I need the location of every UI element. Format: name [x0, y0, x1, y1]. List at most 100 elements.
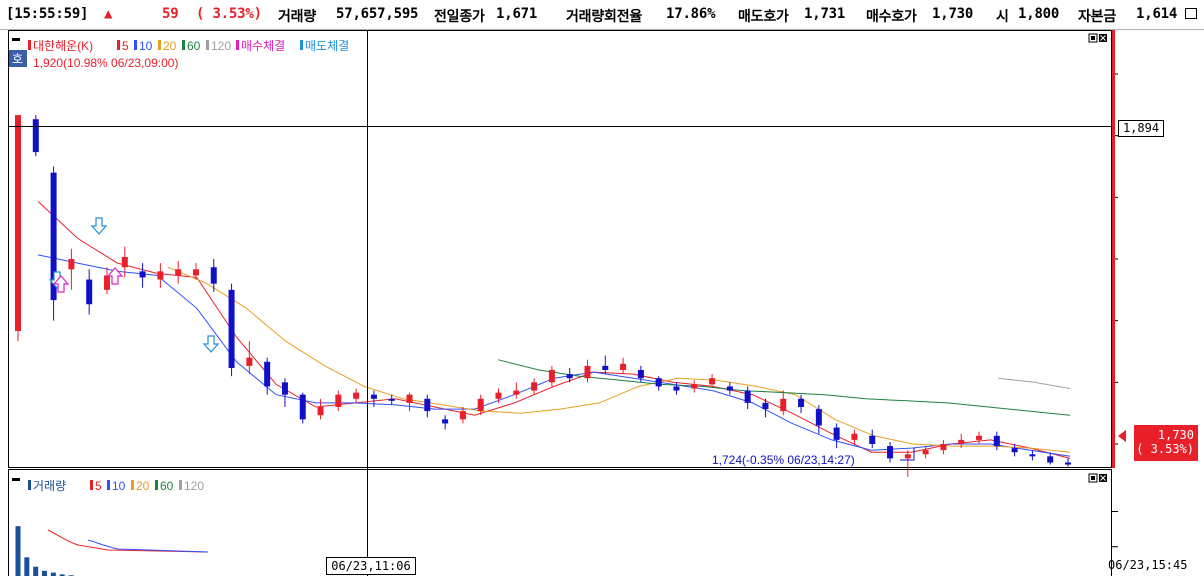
- volume-bar: [42, 570, 48, 576]
- current-price-tag: 1,730 ( 3.53%): [1134, 425, 1198, 461]
- change-up-icon: ▲: [104, 6, 113, 22]
- current-price-value: 1,730: [1157, 428, 1194, 442]
- header-ask-label: 매도호가: [738, 9, 789, 25]
- candle-body: [210, 267, 217, 284]
- candle-body: [335, 394, 342, 407]
- candle-body: [922, 450, 929, 455]
- legend-ma120: 120: [211, 39, 231, 53]
- candle-body: [388, 398, 395, 401]
- candle-body: [584, 365, 591, 379]
- candle-body: [1065, 462, 1071, 465]
- volume-bar: [50, 572, 56, 576]
- header-time: [15:55:59]: [6, 6, 89, 22]
- ho-badge-label: 호: [12, 52, 23, 66]
- candle-body: [815, 409, 822, 426]
- candle-body: [958, 439, 965, 444]
- volume-pane-minimize-dot: [1091, 476, 1095, 480]
- volume-pane[interactable]: [8, 469, 1112, 576]
- volume-bar: [15, 526, 21, 576]
- candle-body: [513, 390, 520, 395]
- header-turnover-value: 17.86%: [666, 6, 716, 22]
- legend-buy-swatch: [236, 40, 239, 50]
- header-ask-value: 1,731: [804, 6, 846, 22]
- pane-minimize-dot: [1091, 36, 1095, 40]
- candle-body: [370, 394, 377, 399]
- candle-body: [406, 394, 413, 403]
- legend-vol-ma60: 60: [160, 479, 174, 493]
- legend-volume-swatch: [28, 480, 31, 490]
- legend-ma20: 20: [163, 39, 177, 53]
- header-capital-label: 자본금: [1078, 9, 1117, 25]
- candle-body: [175, 269, 182, 276]
- candle-body: [442, 419, 449, 424]
- legend-vol-ma10-swatch: [107, 480, 110, 490]
- volume-menu-icon[interactable]: [12, 478, 20, 481]
- header-volume-label: 거래량: [278, 9, 317, 25]
- volume-bar: [33, 566, 39, 576]
- candle-body: [798, 398, 805, 407]
- candle-body: [673, 386, 680, 391]
- candle-body: [993, 435, 1000, 447]
- legend-vol-ma20-swatch: [131, 480, 134, 490]
- legend-ma5: 5: [122, 39, 129, 53]
- legend-vol-ma5: 5: [95, 479, 102, 493]
- price-volume-chart-svg[interactable]: 대한해운(K) 5 10 20 60 120 매수체결 매도체결 호 1,920…: [8, 30, 1118, 576]
- candle-body: [264, 361, 271, 387]
- legend-vol-ma120: 120: [184, 479, 204, 493]
- legend-volume-title: 거래량: [33, 479, 66, 493]
- legend-sell: 매도체결: [305, 39, 349, 53]
- candle-body: [477, 398, 484, 412]
- legend-ma120-swatch: [206, 40, 209, 50]
- header-change-percent: ( 3.53%): [196, 6, 262, 22]
- candle-body: [780, 398, 787, 412]
- candle-body: [940, 444, 947, 451]
- header-change-value: 59: [162, 6, 179, 22]
- candle-body: [1011, 448, 1018, 453]
- candle-body: [459, 411, 466, 420]
- candle-body: [246, 357, 253, 366]
- candle-body: [15, 115, 21, 331]
- crosshair-time-tag: 06/23,11:06: [326, 557, 416, 575]
- legend-ma20-swatch: [158, 40, 161, 50]
- candle-body: [744, 390, 751, 403]
- candle-body: [531, 382, 538, 391]
- legend-ma60-swatch: [182, 40, 185, 50]
- candle-body: [762, 402, 769, 410]
- candle-body: [317, 407, 324, 416]
- legend-vol-ma20: 20: [136, 479, 150, 493]
- candle-body: [192, 269, 199, 276]
- header-open-label: 시: [996, 9, 1009, 25]
- crosshair-price-tag: 1,894: [1118, 120, 1164, 137]
- header-turnover-label: 거래량회전율: [566, 9, 643, 25]
- candle-body: [424, 398, 431, 412]
- legend-ma5-swatch: [117, 40, 120, 50]
- candle-body: [620, 363, 627, 370]
- candle-body: [887, 446, 894, 459]
- legend-vol-ma10: 10: [112, 479, 126, 493]
- low-price-label: 1,724(-0.35% 06/23,14:27): [712, 453, 855, 467]
- candle-body: [548, 370, 555, 383]
- header-bid-value: 1,730: [932, 6, 974, 22]
- candle-body: [281, 382, 288, 395]
- header-prev-close-label: 전일종가: [434, 9, 485, 25]
- pane-menu-icon[interactable]: [12, 38, 20, 41]
- candle-body: [709, 378, 716, 385]
- candle-body: [228, 289, 235, 368]
- volume-bar: [24, 557, 30, 576]
- header-bid-label: 매수호가: [866, 9, 917, 25]
- candle-body: [976, 435, 983, 440]
- high-price-label: 1,920(10.98% 06/23,09:00): [33, 56, 178, 70]
- window-restore-icon[interactable]: [1185, 8, 1197, 19]
- candle-body: [157, 271, 164, 280]
- candle-body: [495, 392, 502, 399]
- candle-body: [904, 454, 911, 459]
- candle-body: [869, 435, 876, 444]
- header-volume-value: 57,657,595: [336, 6, 419, 22]
- legend-sell-swatch: [300, 40, 303, 50]
- candle-body: [851, 433, 858, 440]
- legend-vol-ma120-swatch: [179, 480, 182, 490]
- header-open-value: 1,800: [1018, 6, 1060, 22]
- quote-header: [15:55:59] ▲ 59 ( 3.53%) 거래량 57,657,595 …: [0, 0, 1204, 30]
- candle-body: [833, 427, 840, 440]
- price-pane[interactable]: [8, 30, 1112, 468]
